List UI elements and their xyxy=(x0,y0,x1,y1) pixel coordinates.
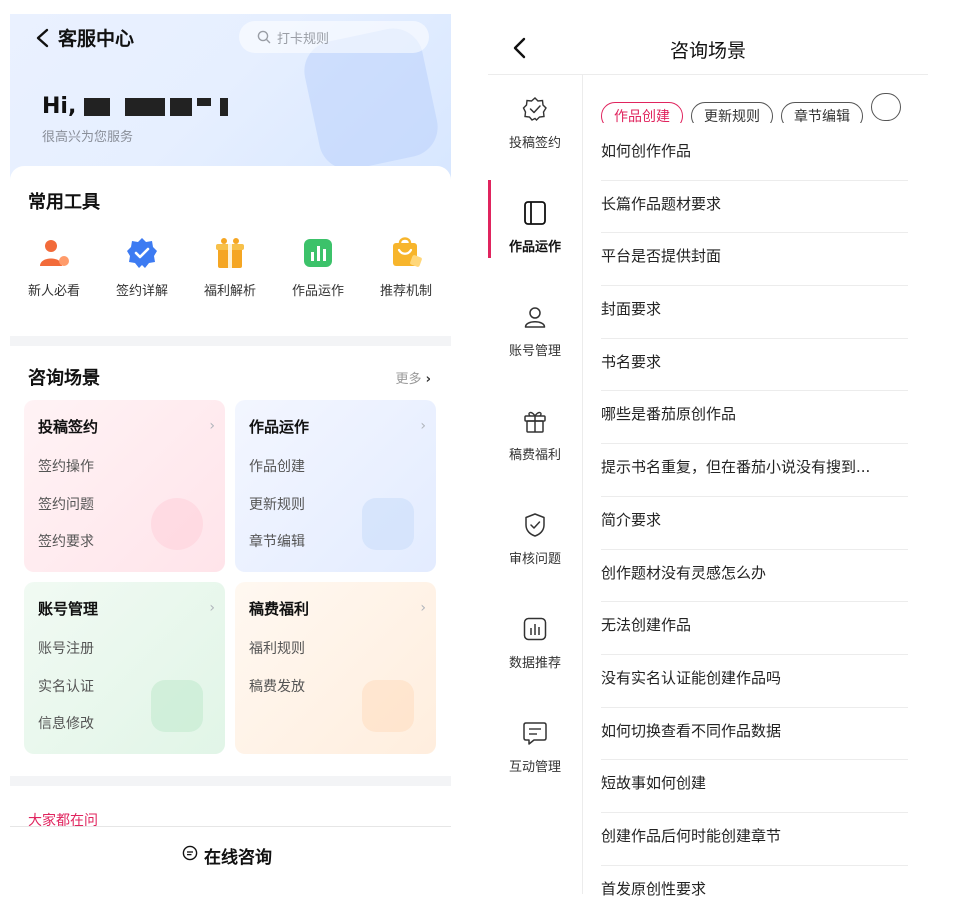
decoration xyxy=(151,680,203,732)
chat-icon xyxy=(182,845,198,866)
question-item[interactable]: 平台是否提供封面 xyxy=(601,233,908,287)
online-consult-button[interactable]: 在线咨询 xyxy=(10,826,451,894)
question-item[interactable]: 如何切换查看不同作品数据 xyxy=(601,708,908,761)
redacted-username xyxy=(125,98,165,116)
question-item[interactable]: 创作题材没有灵感怎么办 xyxy=(601,550,908,603)
consult-scene-page: 咨询场景 投稿签约 作品运作 账号管理 稿费福利 审核问题 数据推荐 互动管理 … xyxy=(488,14,928,898)
question-item[interactable]: 提示书名重复，但在番茄小说没有搜到... xyxy=(601,444,908,497)
common-tools-section: 常用工具 新人必看 签约详解 福利解析 作品运作 推荐机制 xyxy=(10,166,451,336)
decoration xyxy=(151,498,203,550)
badge-check-icon xyxy=(522,97,547,121)
question-item[interactable]: 书名要求 xyxy=(601,339,908,392)
back-arrow-icon[interactable] xyxy=(510,36,530,60)
scene-item[interactable]: 更新规则 xyxy=(249,494,305,514)
chip-partial[interactable] xyxy=(871,93,901,121)
scene-item[interactable]: 实名认证 xyxy=(38,676,94,696)
scene-tile[interactable]: 投稿签约 › 签约操作 签约问题 签约要求 xyxy=(24,400,225,572)
verified-badge-icon xyxy=(125,236,159,270)
redacted-username xyxy=(197,98,211,106)
chevron-right-icon: › xyxy=(420,418,426,434)
rail-item-contract[interactable]: 投稿签约 xyxy=(488,82,582,172)
rail-item-account[interactable]: 账号管理 xyxy=(488,290,582,380)
scene-tile[interactable]: 账号管理 › 账号注册 实名认证 信息修改 xyxy=(24,582,225,754)
consult-scene-section: 咨询场景 更多 › 投稿签约 › 签约操作 签约问题 签约要求 作品运作 › 作… xyxy=(10,346,451,776)
more-link[interactable]: 更多 › xyxy=(395,368,431,387)
scene-item[interactable]: 稿费发放 xyxy=(249,676,305,696)
rail-item-interaction[interactable]: 互动管理 xyxy=(488,706,582,796)
customer-service-home: 客服中心 打卡规则 Hi, 很高兴为您服务 常用工具 新人必看 签约详解 福利解… xyxy=(10,14,451,894)
new-user-icon xyxy=(37,236,71,270)
scene-item[interactable]: 账号注册 xyxy=(38,638,94,658)
chart-icon xyxy=(301,236,335,270)
question-item[interactable]: 短故事如何创建 xyxy=(601,760,908,813)
book-icon xyxy=(524,201,546,225)
rail-item-works[interactable]: 作品运作 xyxy=(488,186,582,276)
search-placeholder: 打卡规则 xyxy=(277,31,330,47)
chevron-right-icon: › xyxy=(420,600,426,616)
decoration xyxy=(362,680,414,732)
back-arrow-icon[interactable] xyxy=(32,27,54,49)
question-list: 如何创作作品 长篇作品题材要求 平台是否提供封面 封面要求 书名要求 哪些是番茄… xyxy=(601,128,908,917)
bar-chart-icon xyxy=(523,617,547,641)
greeting-subtitle: 很高兴为您服务 xyxy=(42,130,134,145)
question-item[interactable]: 创建作品后何时能创建章节 xyxy=(601,813,908,866)
shopping-bag-icon xyxy=(389,236,423,270)
chevron-right-icon: › xyxy=(209,418,215,434)
tool-works-operation[interactable]: 作品运作 xyxy=(274,236,362,299)
scene-item[interactable]: 章节编辑 xyxy=(249,531,305,551)
gift-icon xyxy=(524,411,546,433)
rail-item-benefit[interactable]: 稿费福利 xyxy=(488,394,582,484)
tool-benefit[interactable]: 福利解析 xyxy=(186,236,274,299)
chip-chapter-edit[interactable]: 章节编辑 xyxy=(781,102,863,123)
search-input[interactable]: 打卡规则 xyxy=(239,21,429,53)
scene-tile[interactable]: 作品运作 › 作品创建 更新规则 章节编辑 xyxy=(235,400,436,572)
chip-works-create[interactable]: 作品创建 xyxy=(601,102,683,123)
message-icon xyxy=(523,722,547,745)
scene-tile[interactable]: 稿费福利 › 福利规则 稿费发放 xyxy=(235,582,436,754)
tool-contract-detail[interactable]: 签约详解 xyxy=(98,236,186,299)
chip-update-rules[interactable]: 更新规则 xyxy=(691,102,773,123)
rail-item-data[interactable]: 数据推荐 xyxy=(488,602,582,692)
question-item[interactable]: 没有实名认证能创建作品吗 xyxy=(601,655,908,708)
scene-item[interactable]: 作品创建 xyxy=(249,456,305,476)
rail-item-review[interactable]: 审核问题 xyxy=(488,498,582,588)
search-icon xyxy=(257,30,271,44)
scene-item[interactable]: 签约问题 xyxy=(38,494,94,514)
question-item[interactable]: 如何创作作品 xyxy=(601,128,908,181)
page-title: 咨询场景 xyxy=(669,40,746,62)
question-item[interactable]: 首发原创性要求 xyxy=(601,866,908,917)
category-rail: 投稿签约 作品运作 账号管理 稿费福利 审核问题 数据推荐 互动管理 xyxy=(488,74,583,894)
question-item[interactable]: 无法创建作品 xyxy=(601,602,908,655)
redacted-username xyxy=(220,98,228,116)
gift-icon xyxy=(213,236,247,270)
section-title: 常用工具 xyxy=(28,192,100,213)
scene-item[interactable]: 信息修改 xyxy=(38,713,94,733)
tool-new-user[interactable]: 新人必看 xyxy=(10,236,98,299)
decoration xyxy=(362,498,414,550)
chevron-right-icon: › xyxy=(425,372,431,387)
question-item[interactable]: 简介要求 xyxy=(601,497,908,550)
question-item[interactable]: 封面要求 xyxy=(601,286,908,339)
question-item[interactable]: 哪些是番茄原创作品 xyxy=(601,391,908,445)
top-bar: 咨询场景 xyxy=(488,14,928,75)
user-icon xyxy=(524,307,546,328)
page-title: 客服中心 xyxy=(58,28,135,50)
scene-item[interactable]: 签约操作 xyxy=(38,456,94,476)
scene-item[interactable]: 签约要求 xyxy=(38,531,94,551)
chevron-right-icon: › xyxy=(209,600,215,616)
tool-recommend[interactable]: 推荐机制 xyxy=(362,236,450,299)
subcategory-chips: 作品创建 更新规则 章节编辑 xyxy=(601,93,928,123)
redacted-username xyxy=(170,98,192,116)
redacted-username xyxy=(84,98,110,116)
greeting-text: Hi, xyxy=(42,94,77,119)
section-title: 咨询场景 xyxy=(28,368,100,389)
scene-item[interactable]: 福利规则 xyxy=(249,638,305,658)
shield-check-icon xyxy=(525,513,545,537)
question-item[interactable]: 长篇作品题材要求 xyxy=(601,181,908,234)
